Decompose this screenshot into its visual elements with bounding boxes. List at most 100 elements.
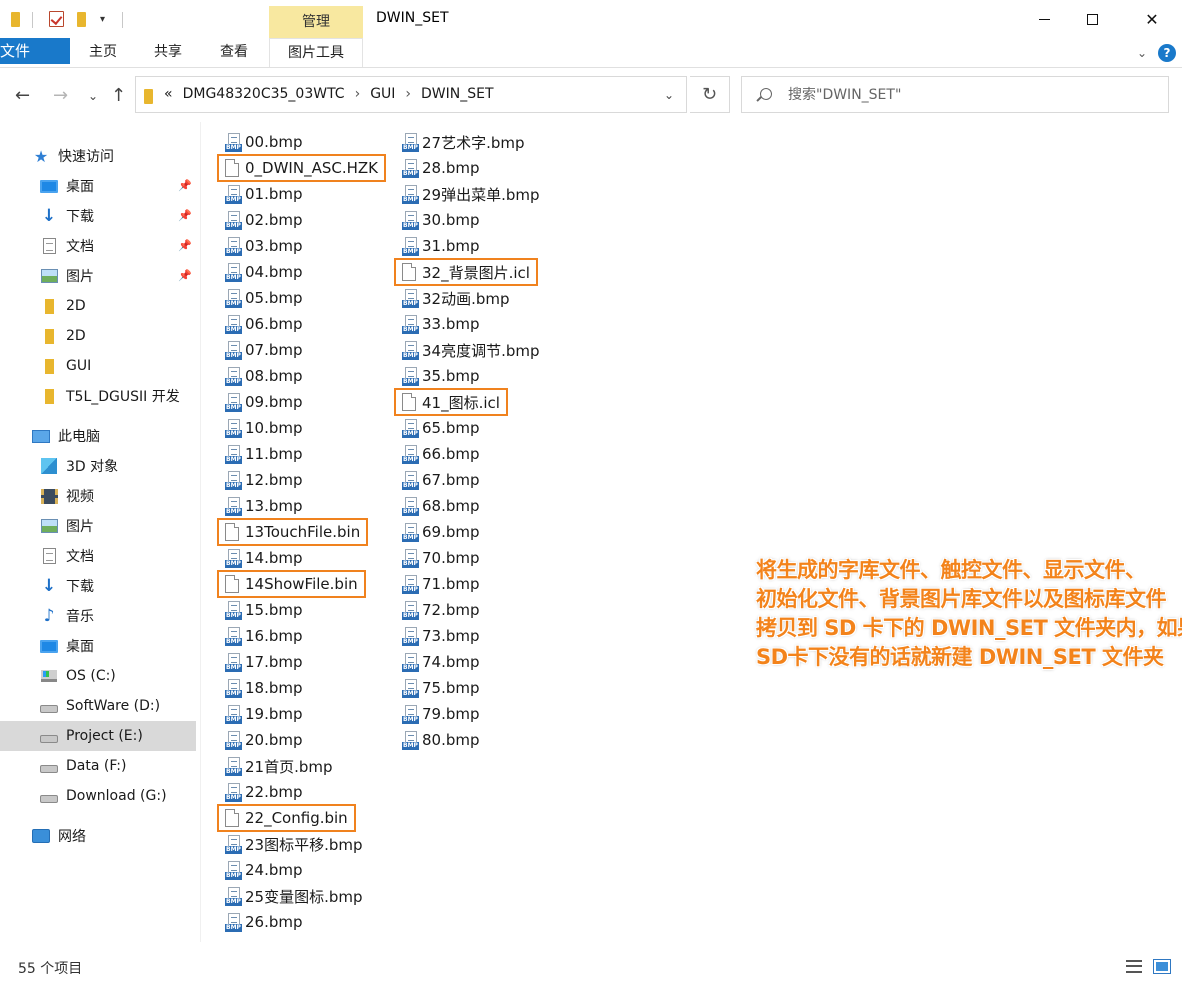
file-item[interactable]: BMP 65.bmp: [402, 415, 480, 441]
expand-ribbon-icon[interactable]: ⌄: [1137, 46, 1147, 60]
file-item[interactable]: BMP 04.bmp: [225, 259, 303, 285]
new-folder-icon[interactable]: [77, 10, 86, 28]
file-item[interactable]: BMP 67.bmp: [402, 467, 480, 493]
file-item[interactable]: BMP 35.bmp: [402, 363, 480, 389]
search-input[interactable]: [788, 83, 1148, 107]
sidebar-item-downloads-pinned[interactable]: ↓ 下载 📌: [0, 201, 196, 231]
refresh-button[interactable]: ↻: [690, 76, 730, 113]
file-item[interactable]: BMP 08.bmp: [225, 363, 303, 389]
details-view-icon[interactable]: [1126, 960, 1142, 973]
file-item[interactable]: BMP 11.bmp: [225, 441, 303, 467]
maximize-button[interactable]: [1069, 6, 1115, 32]
file-item[interactable]: BMP 26.bmp: [225, 909, 303, 935]
file-item[interactable]: BMP 16.bmp: [225, 623, 303, 649]
file-item[interactable]: BMP 12.bmp: [225, 467, 303, 493]
large-icons-view-icon[interactable]: [1153, 959, 1171, 974]
file-item[interactable]: BMP 05.bmp: [225, 285, 303, 311]
sidebar-item-folder-gui[interactable]: GUI: [0, 351, 196, 381]
file-item[interactable]: BMP 01.bmp: [225, 181, 303, 207]
file-item[interactable]: BMP 71.bmp: [402, 571, 480, 597]
recent-locations-chevron-icon[interactable]: ⌄: [88, 89, 98, 103]
file-item[interactable]: BMP 20.bmp: [225, 727, 303, 753]
file-item[interactable]: BMP 21首页.bmp: [225, 753, 333, 779]
tab-share[interactable]: 共享: [146, 38, 190, 67]
file-item[interactable]: BMP 28.bmp: [402, 155, 480, 181]
file-item[interactable]: BMP 23图标平移.bmp: [225, 831, 363, 857]
minimize-button[interactable]: [1021, 6, 1067, 32]
file-item[interactable]: BMP 69.bmp: [402, 519, 480, 545]
sidebar-item-drive-d[interactable]: SoftWare (D:): [0, 691, 196, 721]
file-item[interactable]: BMP 33.bmp: [402, 311, 480, 337]
breadcrumb-separator-icon[interactable]: ›: [405, 86, 411, 102]
file-item[interactable]: BMP 15.bmp: [225, 597, 303, 623]
sidebar-item-documents[interactable]: 文档: [0, 541, 196, 571]
sidebar-item-3d-objects[interactable]: 3D 对象: [0, 451, 196, 481]
file-item[interactable]: BMP 27艺术字.bmp: [402, 129, 525, 155]
file-item[interactable]: BMP 75.bmp: [402, 675, 480, 701]
file-item[interactable]: BMP 07.bmp: [225, 337, 303, 363]
breadcrumb-overflow[interactable]: «: [164, 86, 173, 102]
close-button[interactable]: ✕: [1129, 6, 1175, 32]
file-item[interactable]: BMP 10.bmp: [225, 415, 303, 441]
file-item[interactable]: BMP 66.bmp: [402, 441, 480, 467]
address-dropdown-icon[interactable]: ⌄: [664, 88, 674, 102]
file-item[interactable]: BMP 73.bmp: [402, 623, 480, 649]
file-item[interactable]: BMP 24.bmp: [225, 857, 303, 883]
sidebar-item-pictures[interactable]: 图片: [0, 511, 196, 541]
breadcrumb-item[interactable]: GUI: [370, 86, 395, 102]
tab-file[interactable]: 文件: [0, 38, 70, 64]
file-item[interactable]: BMP 31.bmp: [402, 233, 480, 259]
sidebar-item-quick-access[interactable]: ★ 快速访问: [0, 141, 196, 171]
tab-view[interactable]: 查看: [212, 38, 256, 67]
file-item[interactable]: BMP 00.bmp: [225, 129, 303, 155]
breadcrumb-item[interactable]: DMG48320C35_03WTC: [183, 86, 345, 102]
file-item[interactable]: BMP 30.bmp: [402, 207, 480, 233]
sidebar-item-network[interactable]: 网络: [0, 821, 196, 851]
up-arrow-icon[interactable]: ↑: [111, 85, 126, 106]
file-item[interactable]: BMP 17.bmp: [225, 649, 303, 675]
file-item[interactable]: BMP 18.bmp: [225, 675, 303, 701]
sidebar-item-folder-2d[interactable]: 2D: [0, 321, 196, 351]
sidebar-item-pictures-pinned[interactable]: 图片 📌: [0, 261, 196, 291]
sidebar-item-folder-t5l[interactable]: T5L_DGUSII 开发: [0, 381, 196, 411]
file-item[interactable]: BMP 02.bmp: [225, 207, 303, 233]
sidebar-item-desktop-pinned[interactable]: 桌面 📌: [0, 171, 196, 201]
file-item[interactable]: BMP 13.bmp: [225, 493, 303, 519]
file-item[interactable]: BMP 29弹出菜单.bmp: [402, 181, 540, 207]
breadcrumb-item[interactable]: DWIN_SET: [421, 86, 494, 102]
sidebar-item-drive-e[interactable]: Project (E:): [0, 721, 196, 751]
manage-context-tab[interactable]: 管理: [269, 6, 363, 38]
file-item[interactable]: BMP 68.bmp: [402, 493, 480, 519]
file-item[interactable]: BMP 19.bmp: [225, 701, 303, 727]
sidebar-item-downloads[interactable]: ↓ 下载: [0, 571, 196, 601]
sidebar-item-folder-2d[interactable]: 2D: [0, 291, 196, 321]
file-item[interactable]: BMP 06.bmp: [225, 311, 303, 337]
file-item[interactable]: BMP 25变量图标.bmp: [225, 883, 363, 909]
customize-toolbar-icon[interactable]: ▾: [100, 10, 105, 28]
file-item[interactable]: BMP 03.bmp: [225, 233, 303, 259]
sidebar-item-videos[interactable]: 视频: [0, 481, 196, 511]
file-item[interactable]: BMP 32动画.bmp: [402, 285, 510, 311]
sidebar-item-documents-pinned[interactable]: 文档 📌: [0, 231, 196, 261]
tab-picture-tools[interactable]: 图片工具: [269, 38, 363, 67]
file-item[interactable]: BMP 09.bmp: [225, 389, 303, 415]
back-arrow-icon[interactable]: ←: [15, 85, 30, 106]
file-item[interactable]: BMP 70.bmp: [402, 545, 480, 571]
sidebar-item-drive-f[interactable]: Data (F:): [0, 751, 196, 781]
breadcrumb-separator-icon[interactable]: ›: [355, 86, 361, 102]
search-box[interactable]: [741, 76, 1169, 113]
file-item[interactable]: BMP 22.bmp: [225, 779, 303, 805]
file-item[interactable]: BMP 80.bmp: [402, 727, 480, 753]
help-icon[interactable]: ?: [1158, 44, 1176, 62]
file-item[interactable]: BMP 74.bmp: [402, 649, 480, 675]
file-item[interactable]: BMP 34亮度调节.bmp: [402, 337, 540, 363]
sidebar-item-music[interactable]: ♪ 音乐: [0, 601, 196, 631]
file-item[interactable]: BMP 79.bmp: [402, 701, 480, 727]
sidebar-item-this-pc[interactable]: 此电脑: [0, 421, 196, 451]
sidebar-item-drive-c[interactable]: OS (C:): [0, 661, 196, 691]
file-item[interactable]: BMP 72.bmp: [402, 597, 480, 623]
properties-icon[interactable]: [49, 10, 64, 28]
sidebar-item-drive-g[interactable]: Download (G:): [0, 781, 196, 811]
tab-home[interactable]: 主页: [82, 38, 124, 67]
address-bar[interactable]: « DMG48320C35_03WTC › GUI › DWIN_SET ⌄: [135, 76, 687, 113]
